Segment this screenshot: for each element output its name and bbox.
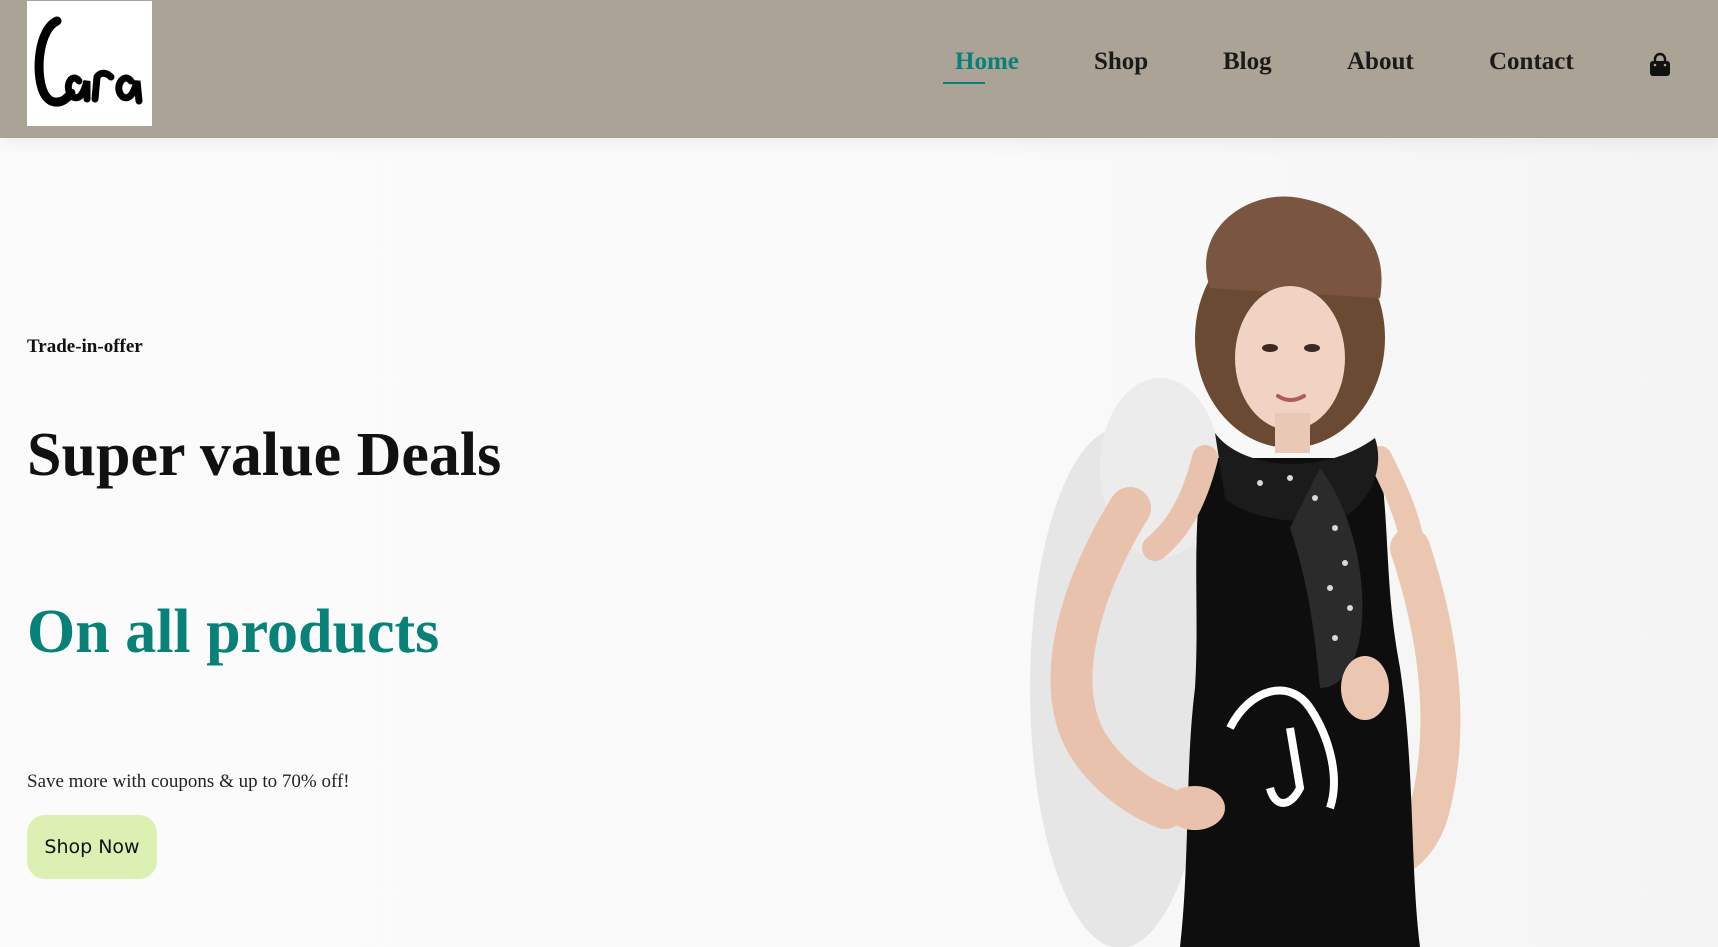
nav-about[interactable]: About bbox=[1347, 48, 1414, 76]
hero-section: Trade-in-offer Super value Deals On all … bbox=[0, 138, 1718, 947]
page: Home Shop Blog About Contact Trade-in-of… bbox=[0, 0, 1718, 947]
site-header: Home Shop Blog About Contact bbox=[0, 0, 1718, 138]
shop-now-button[interactable]: Shop Now bbox=[27, 815, 157, 879]
hero-title: Super value Deals bbox=[27, 421, 502, 489]
main-nav: Home Shop Blog About Contact bbox=[0, 0, 1718, 138]
hero-kicker: Trade-in-offer bbox=[27, 336, 143, 357]
nav-shop[interactable]: Shop bbox=[1094, 48, 1148, 76]
nav-active-indicator bbox=[943, 82, 985, 84]
hero-description: Save more with coupons & up to 70% off! bbox=[27, 771, 350, 792]
nav-contact[interactable]: Contact bbox=[1489, 48, 1574, 76]
nav-blog[interactable]: Blog bbox=[1223, 48, 1272, 76]
hero-subtitle: On all products bbox=[27, 598, 440, 666]
model-photo bbox=[990, 168, 1610, 947]
shopping-bag-icon[interactable] bbox=[1647, 52, 1673, 78]
nav-home[interactable]: Home bbox=[955, 48, 1019, 76]
